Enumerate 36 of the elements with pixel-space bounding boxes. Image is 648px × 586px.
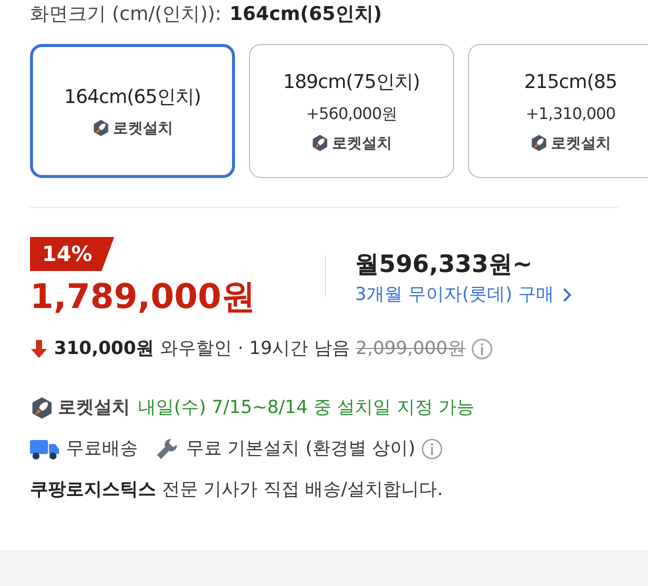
price-difference: +560,000원 [306,102,398,125]
logistics-note: 전문 기사가 직접 배송/설치합니다. [162,478,443,502]
logistics-name: 쿠팡로지스틱스 [30,478,156,502]
sale-price: 1,789,000원 [30,276,256,319]
size-label: 화면크기 (cm/(인치)): [30,2,222,27]
size-value: 164cm(65인치) [229,2,382,27]
wrench-icon [156,438,178,460]
free-install: 무료 기본설치 (환경별 상이) [186,437,416,461]
down-arrow-icon [30,338,48,358]
size-option-label: 189cm(75인치) [283,70,420,95]
rocket-icon [92,119,110,137]
rocket-icon [311,134,329,152]
size-option[interactable]: 189cm(75인치) +560,000원 로켓설치 [249,44,454,178]
rocket-install-label: 로켓설치 [551,132,611,154]
install-date-note: 내일(수) 7/15~8/14 중 설치일 지정 가능 [138,396,475,420]
discount-note: 와우할인 · 19시간 남음 [160,337,350,361]
rocket-install-label: 로켓설치 [113,118,173,139]
installment-link[interactable]: 3개월 무이자(롯데) 구매 [355,281,572,309]
monthly-price: 월596,333원~ [355,249,534,280]
info-icon[interactable] [421,438,444,460]
size-option[interactable]: 215cm(85 +1,310,000 로켓설치 [468,44,648,178]
rocket-icon [30,396,54,420]
rocket-install-label: 로켓설치 [58,396,130,420]
info-icon[interactable] [471,338,494,360]
size-option-label: 215cm(85 [524,70,617,95]
discount-badge: 14% [30,237,114,271]
size-option[interactable]: 164cm(65인치) 로켓설치 [30,44,235,178]
truck-icon [30,438,60,460]
size-option-label: 164cm(65인치) [64,84,201,110]
free-delivery: 무료배송 [66,437,138,461]
rocket-icon [530,134,548,152]
rocket-install-label: 로켓설치 [332,132,392,154]
chevron-icon [562,287,572,303]
original-price: 2,099,000원 [356,337,466,361]
price-difference: +1,310,000 [526,102,616,125]
discount-amount: 310,000원 [54,337,154,361]
